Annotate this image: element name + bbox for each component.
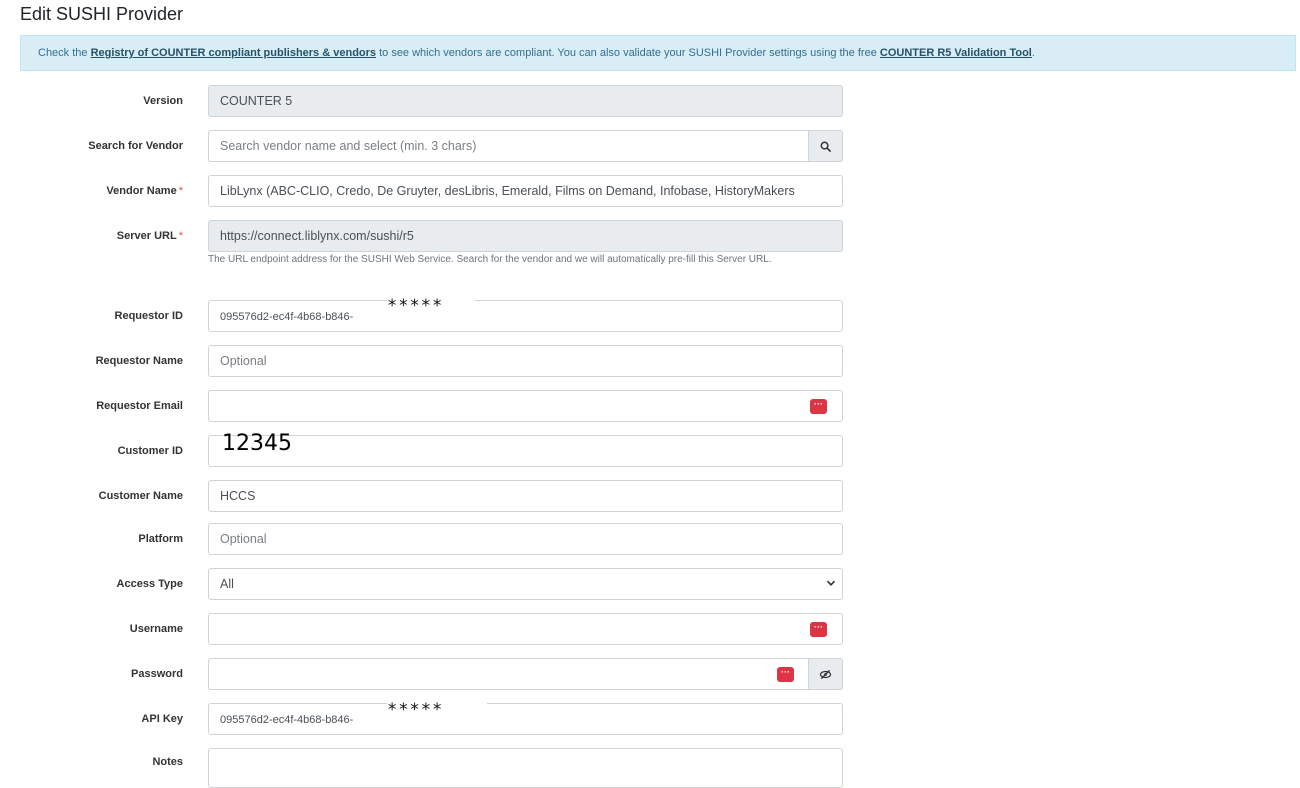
access-type-row: Access Type All — [0, 568, 1300, 600]
version-label: Version — [143, 95, 183, 107]
requestor-email-row: Requestor Email ··· — [0, 390, 1300, 422]
username-label: Username — [129, 623, 183, 635]
api-key-label: API Key — [141, 713, 183, 725]
password-manager-icon[interactable]: ··· — [810, 622, 827, 637]
username-input[interactable] — [208, 613, 843, 645]
toggle-password-button[interactable] — [808, 658, 843, 690]
customer-id-label: Customer ID — [117, 445, 183, 457]
search-vendor-row: Search for Vendor — [0, 130, 1300, 162]
access-type-select[interactable]: All — [208, 568, 843, 600]
requestor-email-input[interactable] — [208, 390, 843, 422]
customer-id-input[interactable] — [208, 435, 843, 467]
requestor-email-label: Requestor Email — [96, 400, 183, 412]
registry-link[interactable]: Registry of COUNTER compliant publishers… — [91, 47, 376, 59]
requestor-name-row: Requestor Name — [0, 345, 1300, 377]
customer-id-value: 12345 — [222, 431, 292, 456]
access-type-label: Access Type — [116, 578, 183, 590]
eye-slash-icon — [819, 669, 832, 679]
search-icon — [820, 141, 831, 152]
platform-row: Platform — [0, 523, 1300, 555]
search-vendor-label: Search for Vendor — [88, 140, 183, 152]
server-url-help: The URL endpoint address for the SUSHI W… — [208, 254, 772, 265]
platform-label: Platform — [138, 533, 183, 545]
password-manager-icon[interactable]: ··· — [777, 667, 794, 682]
server-url-field: https://connect.liblynx.com/sushi/r5 — [208, 220, 843, 252]
password-input[interactable] — [208, 658, 809, 690]
customer-name-input[interactable] — [208, 480, 843, 512]
vendor-search-button[interactable] — [808, 130, 843, 162]
vendor-search-input[interactable] — [208, 130, 809, 162]
api-key-row: API Key 095576d2-ec4f-4b68-b846- — [0, 703, 1300, 735]
chevron-down-icon — [826, 580, 836, 586]
info-text-3: . — [1031, 47, 1035, 59]
vendor-name-row: Vendor Name * — [0, 175, 1300, 207]
platform-input[interactable] — [208, 523, 843, 555]
info-text-1: Check the — [38, 47, 91, 59]
page-title: Edit SUSHI Provider — [20, 4, 184, 24]
notes-textarea[interactable] — [208, 748, 843, 788]
notes-row: Notes — [0, 748, 1300, 788]
requestor-name-input[interactable] — [208, 345, 843, 377]
requestor-id-row: Requestor ID 095576d2-ec4f-4b68-b846- — [0, 300, 1300, 332]
customer-name-row: Customer Name — [0, 480, 1300, 512]
customer-name-label: Customer Name — [98, 490, 183, 502]
info-alert: Check the Registry of COUNTER compliant … — [20, 35, 1296, 71]
server-url-row: Server URL * https://connect.liblynx.com/… — [0, 220, 1300, 252]
required-marker: * — [178, 230, 183, 242]
version-field: COUNTER 5 — [208, 85, 843, 117]
vendor-name-label: Vendor Name * — [106, 185, 183, 197]
info-text-2: to see which vendors are compliant. You … — [376, 47, 880, 59]
api-key-mask: ***** — [387, 700, 487, 732]
password-row: Password ··· — [0, 658, 1300, 690]
server-url-label: Server URL * — [116, 230, 183, 242]
requestor-id-label: Requestor ID — [114, 310, 183, 322]
requestor-name-label: Requestor Name — [95, 355, 183, 367]
requestor-id-mask: ***** — [387, 296, 475, 326]
password-label: Password — [131, 668, 183, 680]
notes-label: Notes — [152, 756, 183, 768]
validation-tool-link[interactable]: COUNTER R5 Validation Tool — [880, 47, 1032, 59]
customer-id-row: Customer ID — [0, 435, 1300, 467]
api-key-input[interactable]: 095576d2-ec4f-4b68-b846- — [208, 703, 843, 735]
version-row: Version COUNTER 5 — [0, 85, 1300, 117]
vendor-name-input[interactable] — [208, 175, 843, 207]
username-row: Username ··· — [0, 613, 1300, 645]
password-manager-icon[interactable]: ··· — [810, 399, 827, 414]
requestor-id-input[interactable]: 095576d2-ec4f-4b68-b846- — [208, 300, 843, 332]
required-marker: * — [178, 185, 183, 197]
